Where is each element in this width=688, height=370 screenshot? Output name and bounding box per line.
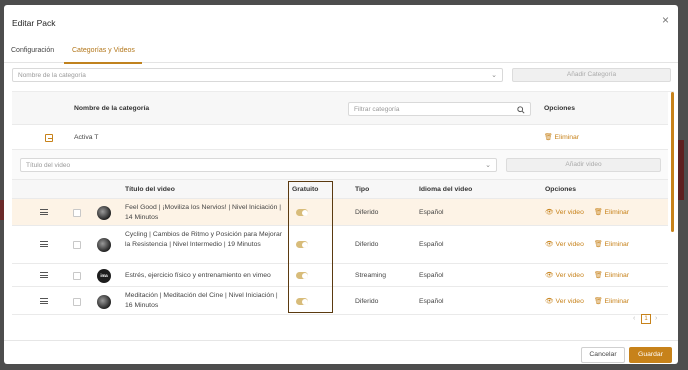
search-icon (517, 106, 525, 114)
video-title-select[interactable]: Título del video ⌄ (20, 158, 497, 172)
video-thumbnail (97, 206, 111, 220)
video-title: Cycling | Cambios de Ritmo y Posición pa… (125, 231, 283, 248)
eye-icon: 👁 (545, 209, 554, 216)
view-video-label: Ver video (555, 241, 584, 248)
video-row: Meditación | Meditación del Cine | Nivel… (12, 287, 668, 315)
drag-handle-icon[interactable] (40, 298, 48, 306)
delete-video-button[interactable]: 🗑 Eliminar (594, 297, 629, 305)
category-select[interactable]: Nombre de la categoría ⌄ (12, 68, 503, 82)
trash-icon: 🗑 (594, 241, 603, 248)
category-filter-placeholder: Filtrar categoría (354, 106, 400, 113)
category-filter-input[interactable]: Filtrar categoría (348, 102, 531, 116)
drag-handle-icon[interactable] (40, 272, 48, 280)
trash-icon: 🗑 (594, 272, 603, 279)
video-title: Feel Good | ¡Moviliza los Nervios! | Niv… (125, 204, 282, 221)
view-video-label: Ver video (555, 272, 584, 279)
video-type: Streaming (355, 272, 386, 279)
scrollbar[interactable] (671, 92, 674, 232)
video-language: Español (419, 209, 444, 216)
video-type: Diferido (355, 241, 379, 248)
view-video-button[interactable]: 👁 Ver video (545, 297, 584, 305)
video-row: Cycling | Cambios de Ritmo y Posición pa… (12, 226, 668, 264)
categories-panel: Nombre de la categoría Filtrar categoría… (12, 91, 674, 331)
category-name-header: Nombre de la categoría (74, 105, 150, 112)
delete-label: Eliminar (554, 134, 580, 141)
language-header: Idioma del video (419, 186, 473, 193)
page-number-current[interactable]: 1 (641, 314, 651, 324)
view-video-label: Ver video (555, 298, 584, 305)
delete-label: Eliminar (604, 209, 630, 216)
video-row: Feel Good | ¡Moviliza los Nervios! | Niv… (12, 199, 668, 226)
trash-icon: 🗑 (594, 209, 603, 216)
add-category-button[interactable]: Añadir Categoría (512, 68, 671, 82)
prev-page-icon[interactable]: ‹ (633, 315, 635, 322)
delete-video-button[interactable]: 🗑 Eliminar (594, 208, 629, 216)
add-video-button[interactable]: Añadir video (506, 158, 661, 172)
row-checkbox[interactable] (73, 209, 81, 217)
category-select-placeholder: Nombre de la categoría (18, 72, 86, 79)
video-title: Estrés, ejercicio físico y entrenamiento… (125, 272, 271, 279)
delete-video-button[interactable]: 🗑 Eliminar (594, 271, 629, 279)
delete-label: Eliminar (604, 241, 630, 248)
collapse-icon[interactable] (45, 134, 53, 142)
video-language: Español (419, 298, 444, 305)
eye-icon: 👁 (545, 272, 554, 279)
video-row: ima Estrés, ejercicio físico y entrenami… (12, 264, 668, 287)
video-title-header: Título del video (125, 186, 175, 193)
trash-icon: 🗑 (544, 134, 553, 141)
video-thumbnail (97, 295, 111, 309)
dialog-title: Editar Pack (12, 18, 56, 28)
video-thumbnail (97, 238, 111, 252)
video-type: Diferido (355, 298, 379, 305)
free-column-highlight (288, 181, 333, 313)
video-table-header: Título del video Gratuito Tipo Idioma de… (12, 180, 668, 199)
category-table-header: Nombre de la categoría Filtrar categoría… (12, 92, 668, 125)
category-options-header: Opciones (544, 105, 575, 112)
next-page-icon[interactable]: › (655, 315, 657, 322)
drag-handle-icon[interactable] (40, 241, 48, 249)
delete-video-button[interactable]: 🗑 Eliminar (594, 240, 629, 248)
category-row: Activa T 🗑 Eliminar (12, 125, 668, 150)
trash-icon: 🗑 (594, 298, 603, 305)
tab-configuracion[interactable]: Configuración (11, 47, 54, 54)
video-picker-bar: Título del video ⌄ Añadir video (12, 150, 668, 180)
type-header: Tipo (355, 186, 370, 193)
tab-categorias-videos[interactable]: Categorías y Videos (72, 47, 135, 54)
chevron-down-icon: ⌄ (485, 162, 491, 169)
eye-icon: 👁 (545, 298, 554, 305)
eye-icon: 👁 (545, 241, 554, 248)
thumbnail-logo-text: ima (100, 273, 108, 278)
video-title: Meditación | Meditación del Cine | Nivel… (125, 292, 278, 309)
view-video-label: Ver video (555, 209, 584, 216)
view-video-button[interactable]: 👁 Ver video (545, 208, 584, 216)
video-type: Diferido (355, 209, 379, 216)
video-select-placeholder: Título del video (26, 162, 71, 169)
row-checkbox[interactable] (73, 241, 81, 249)
view-video-button[interactable]: 👁 Ver video (545, 240, 584, 248)
delete-label: Eliminar (604, 272, 630, 279)
delete-label: Eliminar (604, 298, 630, 305)
delete-category-button[interactable]: 🗑 Eliminar (544, 133, 579, 141)
tab-bar: Configuración Categorías y Videos (4, 39, 678, 64)
dialog-footer: Cancelar Guardar (4, 340, 678, 364)
close-icon[interactable]: × (662, 14, 669, 26)
save-button[interactable]: Guardar (629, 347, 672, 363)
row-checkbox[interactable] (73, 298, 81, 306)
drag-handle-icon[interactable] (40, 209, 48, 217)
active-tab-indicator (64, 62, 142, 64)
edit-pack-dialog: Editar Pack × Configuración Categorías y… (4, 5, 678, 364)
background-strip (678, 140, 684, 200)
cancel-button[interactable]: Cancelar (581, 347, 625, 363)
video-language: Español (419, 241, 444, 248)
video-language: Español (419, 272, 444, 279)
view-video-button[interactable]: 👁 Ver video (545, 271, 584, 279)
video-thumbnail: ima (97, 269, 111, 283)
row-checkbox[interactable] (73, 272, 81, 280)
chevron-down-icon: ⌄ (491, 72, 497, 79)
category-name: Activa T (74, 134, 99, 141)
video-options-header: Opciones (545, 186, 576, 193)
